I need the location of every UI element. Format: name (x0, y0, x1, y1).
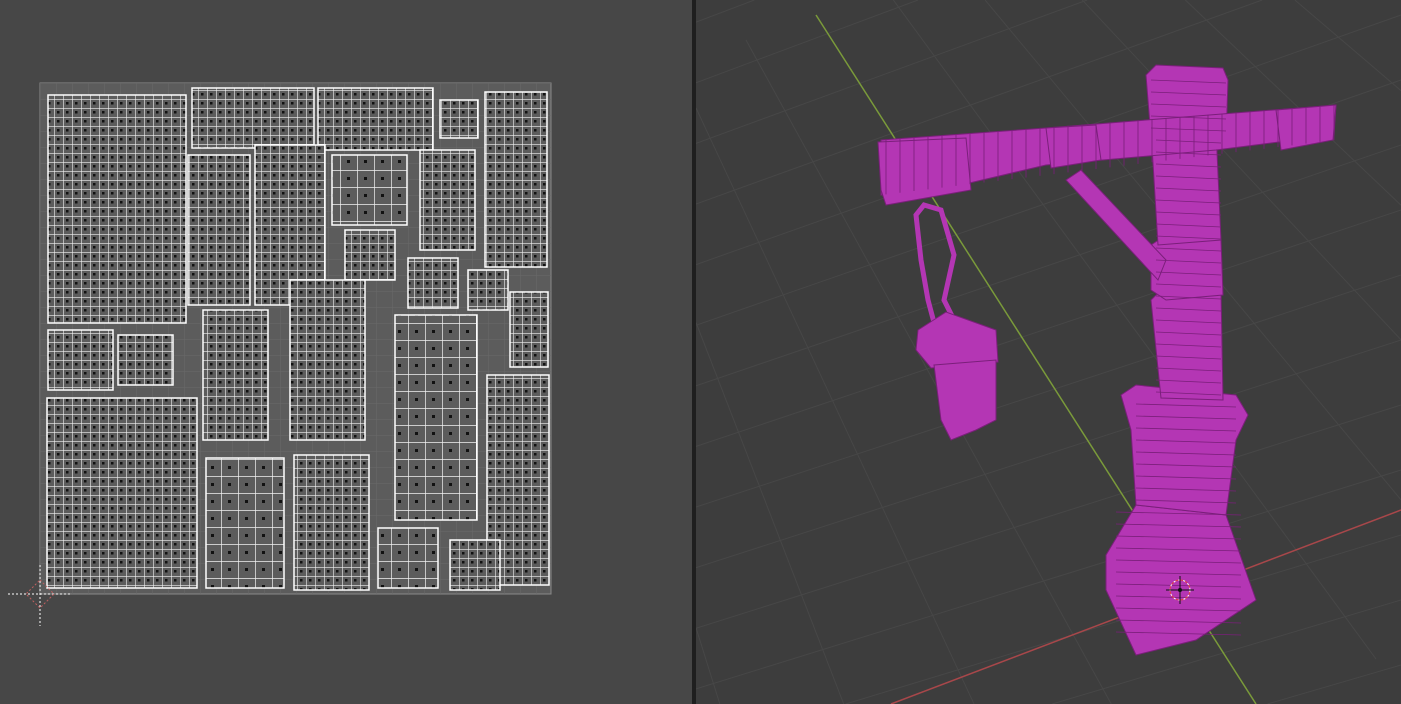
lantern-body (933, 359, 997, 441)
uv-island (293, 454, 370, 591)
uv-island (46, 397, 198, 589)
grid-line (696, 274, 1401, 508)
uv-island (377, 527, 439, 589)
uv-editor[interactable] (0, 0, 692, 704)
uv-island (317, 87, 434, 151)
uv-island (449, 539, 501, 591)
uv-island (509, 291, 549, 368)
lamp-post-mesh (877, 64, 1337, 656)
grid-line (696, 144, 1401, 387)
uv-island (191, 87, 315, 149)
uv-canvas[interactable] (0, 0, 692, 704)
blender-window (0, 0, 1401, 704)
uv-island (47, 329, 114, 391)
uv-islands (46, 87, 550, 591)
grid-line (1267, 664, 1401, 704)
uv-island (439, 99, 479, 139)
uv-island (202, 309, 269, 441)
uv-island (289, 279, 366, 441)
chain (913, 202, 958, 334)
grid-line (696, 469, 1401, 690)
uv-island (467, 269, 509, 311)
floor-grid (696, 0, 1401, 704)
grid-line (696, 339, 1401, 569)
grid-line (696, 0, 755, 23)
uv-island (117, 334, 174, 386)
uv-island (331, 154, 408, 226)
uv-island (419, 149, 476, 251)
grid-line (696, 404, 1401, 629)
3d-viewport[interactable] (696, 0, 1401, 704)
viewport-canvas[interactable] (696, 0, 1401, 704)
grid-line (1081, 0, 1401, 341)
uv-island (407, 257, 459, 309)
lantern-top (915, 311, 999, 369)
uv-island (187, 154, 251, 306)
brace (1065, 169, 1167, 281)
grid-line (696, 209, 1401, 447)
uv-island (394, 314, 478, 521)
grid-line (696, 0, 919, 84)
uv-island (47, 94, 187, 324)
beam-end-left (877, 137, 972, 206)
grid-line (696, 627, 721, 704)
grid-line (1294, 0, 1401, 91)
grid-line (696, 0, 1088, 144)
uv-island (205, 457, 285, 589)
uv-island (484, 91, 548, 268)
grid-line (696, 322, 845, 704)
uv-island (344, 229, 396, 281)
